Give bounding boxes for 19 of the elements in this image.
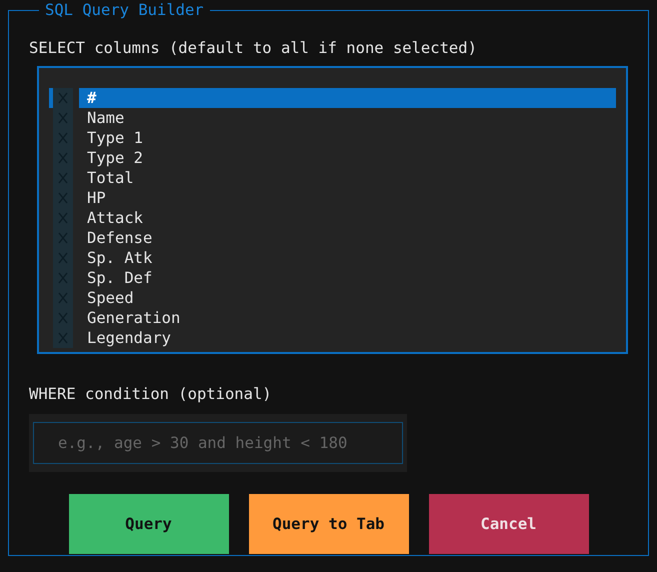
column-item[interactable]: Sp. Def — [49, 268, 616, 288]
column-item[interactable]: HP — [49, 188, 616, 208]
action-button[interactable]: Cancel — [428, 494, 588, 554]
column-item[interactable]: Defense — [49, 228, 616, 248]
column-item[interactable]: Speed — [49, 288, 616, 308]
select-label: SELECT columns (default to all if none selected) — [29, 38, 478, 58]
action-button[interactable]: Query — [68, 494, 228, 554]
column-item[interactable]: Total — [49, 168, 616, 188]
column-item[interactable]: Name — [49, 108, 616, 128]
where-label: WHERE condition (optional) — [29, 384, 273, 404]
column-item[interactable]: Sp. Atk — [49, 248, 616, 268]
column-item[interactable]: Legendary — [49, 328, 616, 348]
column-item[interactable]: Attack — [49, 208, 616, 228]
panel-title: SQL Query Builder — [44, 0, 205, 20]
column-item[interactable]: Type 1 — [49, 128, 616, 148]
where-input-field[interactable]: e.g., age > 30 and height < 180 — [33, 422, 403, 464]
column-item[interactable]: Type 2 — [49, 148, 616, 168]
column-item[interactable]: Generation — [49, 308, 616, 328]
action-button[interactable]: Query to Tab — [248, 494, 408, 554]
